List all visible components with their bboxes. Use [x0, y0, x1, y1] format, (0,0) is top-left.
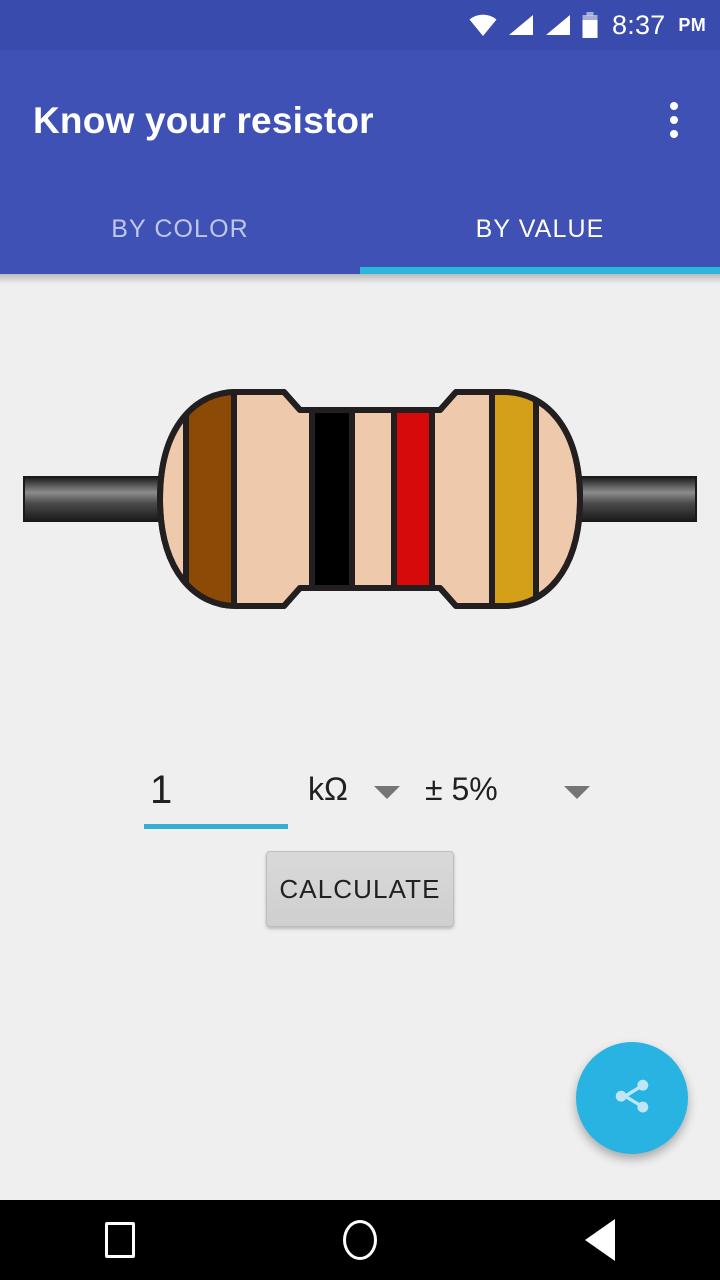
signal-icon [507, 13, 535, 37]
calculate-button[interactable]: CALCULATE [266, 851, 454, 927]
resistor-band-3 [391, 403, 435, 595]
chevron-down-icon [563, 786, 590, 799]
resistor-illustration [0, 374, 720, 624]
nav-recents-button[interactable] [60, 1200, 180, 1280]
overflow-dot [670, 102, 678, 110]
status-ampm: PM [678, 14, 706, 35]
status-time: 8:37 [612, 9, 666, 40]
unit-spinner[interactable]: kΩ [308, 771, 400, 808]
share-icon [607, 1071, 657, 1126]
resistor-band-4 [489, 392, 539, 606]
overflow-dot [670, 116, 678, 124]
battery-icon [581, 11, 599, 39]
resistor-band-1 [183, 392, 237, 606]
tab-by-color-label: BY COLOR [111, 214, 249, 243]
tab-by-color[interactable]: BY COLOR [0, 184, 360, 274]
tab-by-value[interactable]: BY VALUE [360, 184, 720, 274]
app-bar: Know your resistor [0, 50, 720, 184]
resistor-band-2 [309, 403, 355, 595]
overflow-dot [670, 130, 678, 138]
tab-by-value-label: BY VALUE [475, 214, 605, 243]
share-fab[interactable] [576, 1042, 688, 1154]
recents-square-icon [105, 1222, 135, 1258]
resistor-lead-left [23, 476, 165, 522]
nav-home-button[interactable] [300, 1200, 420, 1280]
tolerance-spinner[interactable]: ± 5% [425, 771, 590, 808]
tolerance-spinner-label: ± 5% [425, 771, 498, 807]
signal-icon [544, 13, 572, 37]
tab-indicator [360, 267, 720, 274]
system-nav-bar [0, 1200, 720, 1280]
wifi-icon [468, 13, 498, 37]
tab-bar: BY COLOR BY VALUE [0, 184, 720, 274]
resistance-value-input[interactable] [144, 761, 288, 829]
value-input-row: kΩ ± 5% [0, 761, 720, 841]
home-circle-icon [343, 1220, 377, 1260]
app-root: 8:37 PM Know your resistor BY COLOR BY V… [0, 0, 720, 1280]
back-triangle-icon [585, 1219, 615, 1261]
page-title: Know your resistor [33, 100, 374, 141]
status-bar: 8:37 PM [0, 0, 720, 50]
nav-back-button[interactable] [540, 1200, 660, 1280]
unit-spinner-label: kΩ [308, 771, 348, 807]
chevron-down-icon [373, 786, 400, 799]
overflow-menu-icon[interactable] [650, 96, 698, 144]
